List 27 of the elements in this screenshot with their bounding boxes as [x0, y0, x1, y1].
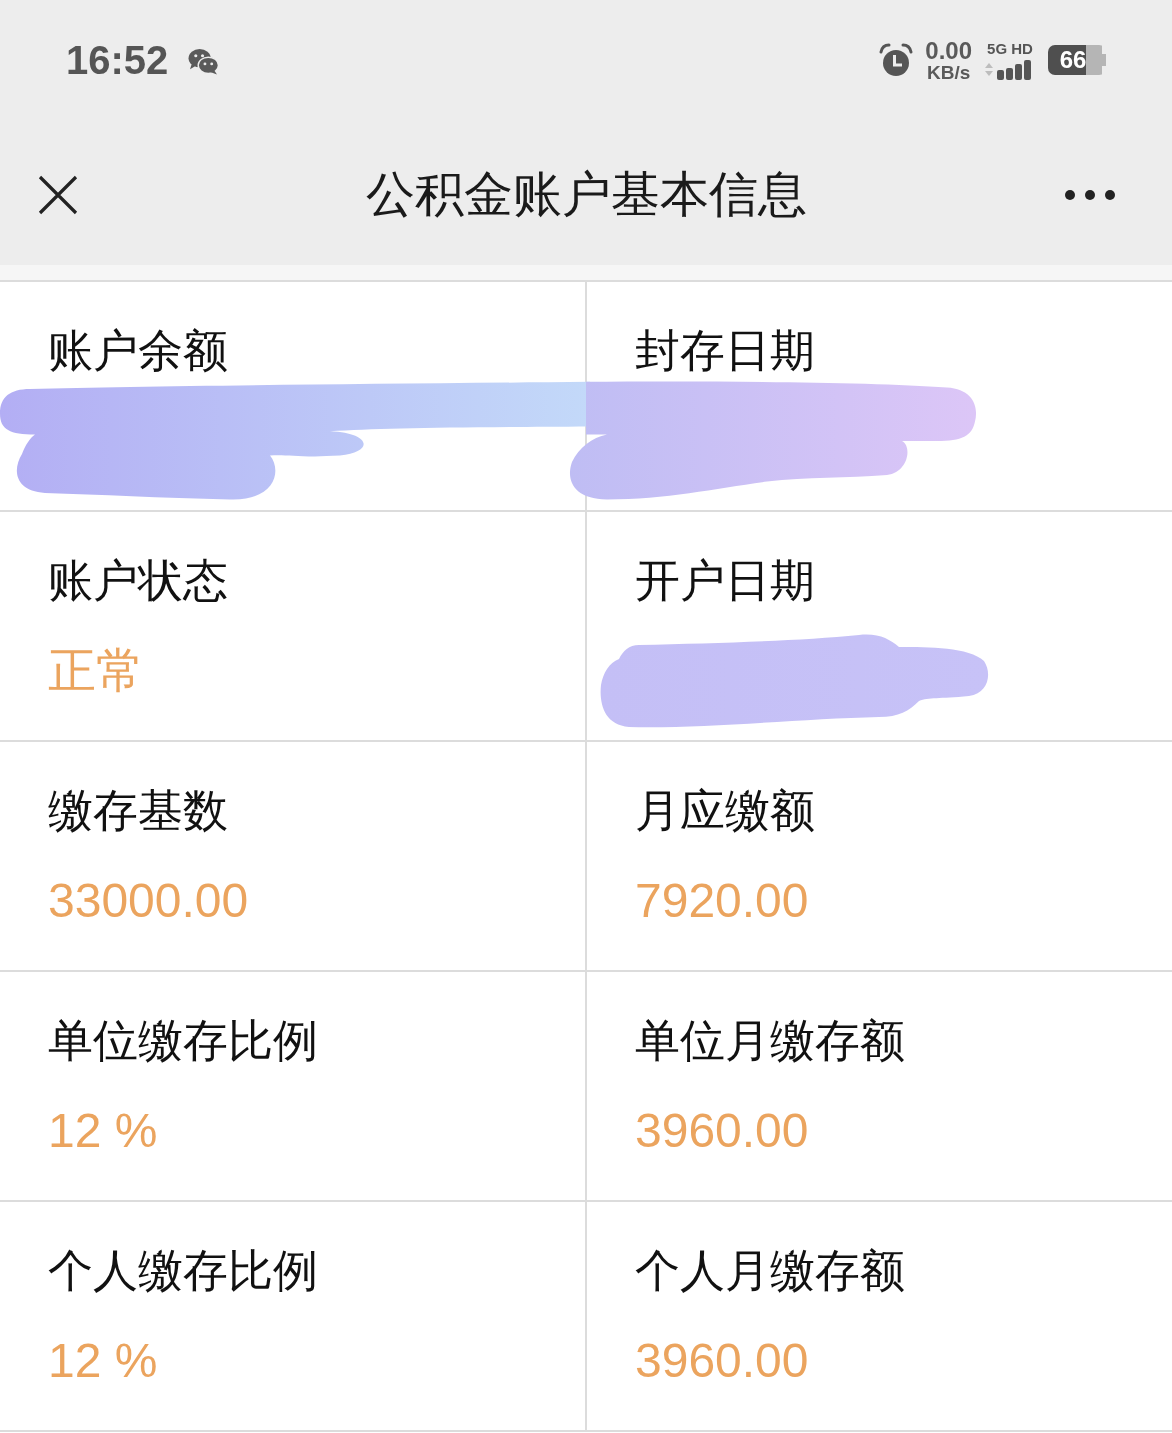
page-title: 公积金账户基本信息	[364, 165, 808, 225]
field-label: 个人月缴存额	[635, 1243, 905, 1298]
field-value: 12 %	[48, 1103, 158, 1159]
field-value: 7920.00	[635, 873, 809, 929]
field-label: 账户状态	[48, 553, 228, 608]
field-value: 12 %	[48, 1333, 158, 1389]
field-label: 账户余额	[48, 323, 228, 378]
field-label: 个人缴存比例	[48, 1243, 318, 1298]
field-value: 正常	[48, 643, 144, 699]
close-icon[interactable]	[38, 175, 78, 215]
speed-unit: KB/s	[927, 62, 971, 82]
field-value: 33000.00	[48, 873, 249, 929]
field-label: 封存日期	[635, 323, 815, 378]
field-value: 3960.00	[635, 1103, 809, 1159]
field-label: 单位缴存比例	[48, 1013, 318, 1068]
alarm-clock-icon	[879, 43, 914, 77]
field-value: 3960.00	[635, 1333, 809, 1389]
clock-time: 16:52	[66, 38, 169, 82]
network-speed: 0.00	[925, 38, 972, 63]
battery-indicator: 66	[1048, 45, 1106, 75]
field-label: 开户日期	[635, 553, 815, 608]
field-label: 缴存基数	[48, 783, 228, 838]
field-label: 单位月缴存额	[635, 1013, 905, 1068]
network-type: 5G HD	[987, 40, 1033, 56]
field-label: 月应缴额	[635, 783, 815, 838]
more-icon[interactable]	[1065, 190, 1115, 200]
chat-bubbles-icon	[188, 47, 220, 75]
